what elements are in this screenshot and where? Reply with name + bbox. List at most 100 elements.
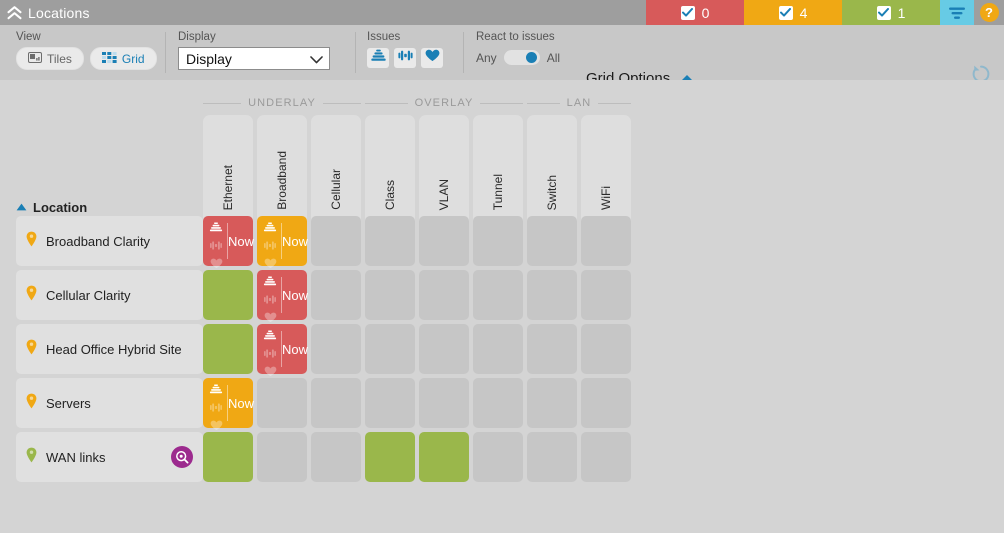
view-grid-button[interactable]: Grid — [89, 47, 157, 70]
matrix-cell[interactable] — [581, 432, 631, 482]
matrix-cell[interactable] — [311, 270, 361, 320]
matrix-cell[interactable] — [419, 378, 469, 428]
view-tiles-button[interactable]: Tiles — [16, 47, 84, 70]
view-label: View — [16, 31, 41, 43]
matrix-cell[interactable] — [473, 378, 523, 428]
matrix-cell[interactable]: Now — [257, 216, 309, 269]
matrix-cell[interactable] — [419, 216, 469, 266]
checkbox-icon[interactable] — [778, 5, 793, 20]
cell-status-icons — [262, 328, 278, 377]
matrix-cell[interactable]: Now — [257, 324, 308, 377]
matrix-cell[interactable] — [365, 216, 415, 266]
matrix-cell[interactable]: Now — [203, 216, 255, 269]
search-gear-icon[interactable] — [171, 446, 193, 468]
cell-now-label: Now — [228, 395, 255, 411]
issues-health-button[interactable] — [421, 48, 443, 68]
locations-matrix: UNDERLAYOVERLAYLAN Ethernet2Broadband3Ce… — [0, 80, 1004, 533]
checkbox-icon[interactable] — [680, 5, 695, 20]
matrix-cell[interactable] — [311, 378, 361, 428]
matrix-cell[interactable] — [419, 270, 469, 320]
filter-icon[interactable] — [940, 0, 974, 25]
matrix-cell[interactable] — [581, 378, 631, 428]
toolbar-group-view: View Tiles Grid — [16, 25, 157, 80]
matrix-cell[interactable]: Now — [257, 270, 308, 323]
toolbar-divider — [165, 32, 166, 73]
matrix-cell[interactable] — [365, 378, 415, 428]
matrix-cell[interactable] — [257, 432, 307, 482]
display-select[interactable]: Display — [178, 47, 330, 70]
toolbar-group-display: Display Display — [178, 25, 330, 80]
row-label-text: WAN links — [46, 449, 106, 465]
status-badge-ok[interactable]: 1 — [842, 0, 940, 25]
location-pin-icon — [26, 339, 37, 360]
matrix-cell[interactable] — [527, 324, 577, 374]
row-label[interactable]: Head Office Hybrid Site — [16, 324, 203, 374]
toolbar-divider — [355, 32, 356, 73]
matrix-cell[interactable] — [365, 432, 415, 482]
toolbar-group-react: React to issues Any All — [476, 25, 560, 80]
matrix-cell[interactable] — [473, 432, 523, 482]
dumbbell-icon — [209, 238, 223, 256]
matrix-cell[interactable] — [473, 270, 523, 320]
location-pin-icon — [26, 447, 37, 468]
matrix-cell[interactable] — [419, 324, 469, 374]
display-label: Display — [178, 31, 216, 43]
location-pin-icon — [26, 393, 37, 414]
tiles-icon — [28, 51, 42, 66]
matrix-cell[interactable] — [311, 432, 361, 482]
location-sort-header[interactable]: Location — [16, 198, 87, 216]
issues-availability-button[interactable] — [367, 48, 389, 68]
react-label: React to issues — [476, 31, 555, 43]
matrix-cell[interactable] — [527, 270, 577, 320]
matrix-cell[interactable] — [473, 216, 523, 266]
matrix-cell[interactable] — [311, 216, 361, 266]
cell-status-icons — [208, 220, 224, 269]
column-header-label: WiFi — [599, 186, 613, 210]
matrix-cell[interactable] — [311, 324, 361, 374]
matrix-cell[interactable]: Now — [203, 378, 255, 431]
matrix-cell[interactable] — [581, 270, 631, 320]
issues-performance-button[interactable] — [394, 48, 416, 68]
column-group-label: OVERLAY — [414, 97, 474, 109]
row-label[interactable]: WAN links — [16, 432, 203, 482]
row-label[interactable]: Broadband Clarity — [16, 216, 203, 266]
react-toggle[interactable] — [503, 50, 540, 65]
matrix-cell[interactable] — [257, 378, 307, 428]
dumbbell-icon — [397, 49, 413, 67]
matrix-row: Broadband Clarity Now Now — [0, 216, 631, 269]
cell-now-label: Now — [228, 233, 255, 249]
layers-icon — [263, 328, 277, 346]
react-any-label: Any — [476, 50, 497, 65]
column-header-label: Switch — [545, 174, 559, 210]
header-actions: 0 4 1 ? — [646, 0, 1004, 25]
matrix-cell[interactable] — [527, 432, 577, 482]
status-badge-critical[interactable]: 0 — [646, 0, 744, 25]
status-badge-warning[interactable]: 4 — [744, 0, 842, 25]
row-label[interactable]: Servers — [16, 378, 203, 428]
double-chevron-up-icon[interactable] — [0, 0, 28, 25]
checkbox-icon[interactable] — [876, 5, 891, 20]
group-rule — [322, 102, 362, 104]
locations-app: Locations 0 4 1 ? View Tiles Grid Displa… — [0, 0, 1004, 533]
matrix-cell[interactable] — [527, 216, 577, 266]
matrix-cell[interactable] — [419, 432, 469, 482]
matrix-cell[interactable] — [203, 324, 253, 374]
matrix-cell[interactable] — [581, 216, 631, 266]
matrix-cell[interactable] — [581, 324, 631, 374]
matrix-cell[interactable] — [365, 324, 415, 374]
matrix-cell[interactable] — [473, 324, 523, 374]
cell-now-label: Now — [282, 233, 309, 249]
help-button[interactable]: ? — [974, 0, 1004, 25]
layers-icon — [263, 220, 277, 238]
chevron-down-icon — [310, 51, 323, 67]
column-group-label: LAN — [566, 97, 592, 109]
cell-status-icons — [262, 220, 278, 269]
matrix-cell[interactable] — [203, 432, 253, 482]
row-label[interactable]: Cellular Clarity — [16, 270, 203, 320]
group-rule — [598, 102, 632, 104]
matrix-cell[interactable] — [527, 378, 577, 428]
toolbar-divider — [463, 32, 464, 73]
matrix-cell[interactable] — [203, 270, 253, 320]
matrix-cell[interactable] — [365, 270, 415, 320]
dumbbell-icon — [263, 292, 277, 310]
